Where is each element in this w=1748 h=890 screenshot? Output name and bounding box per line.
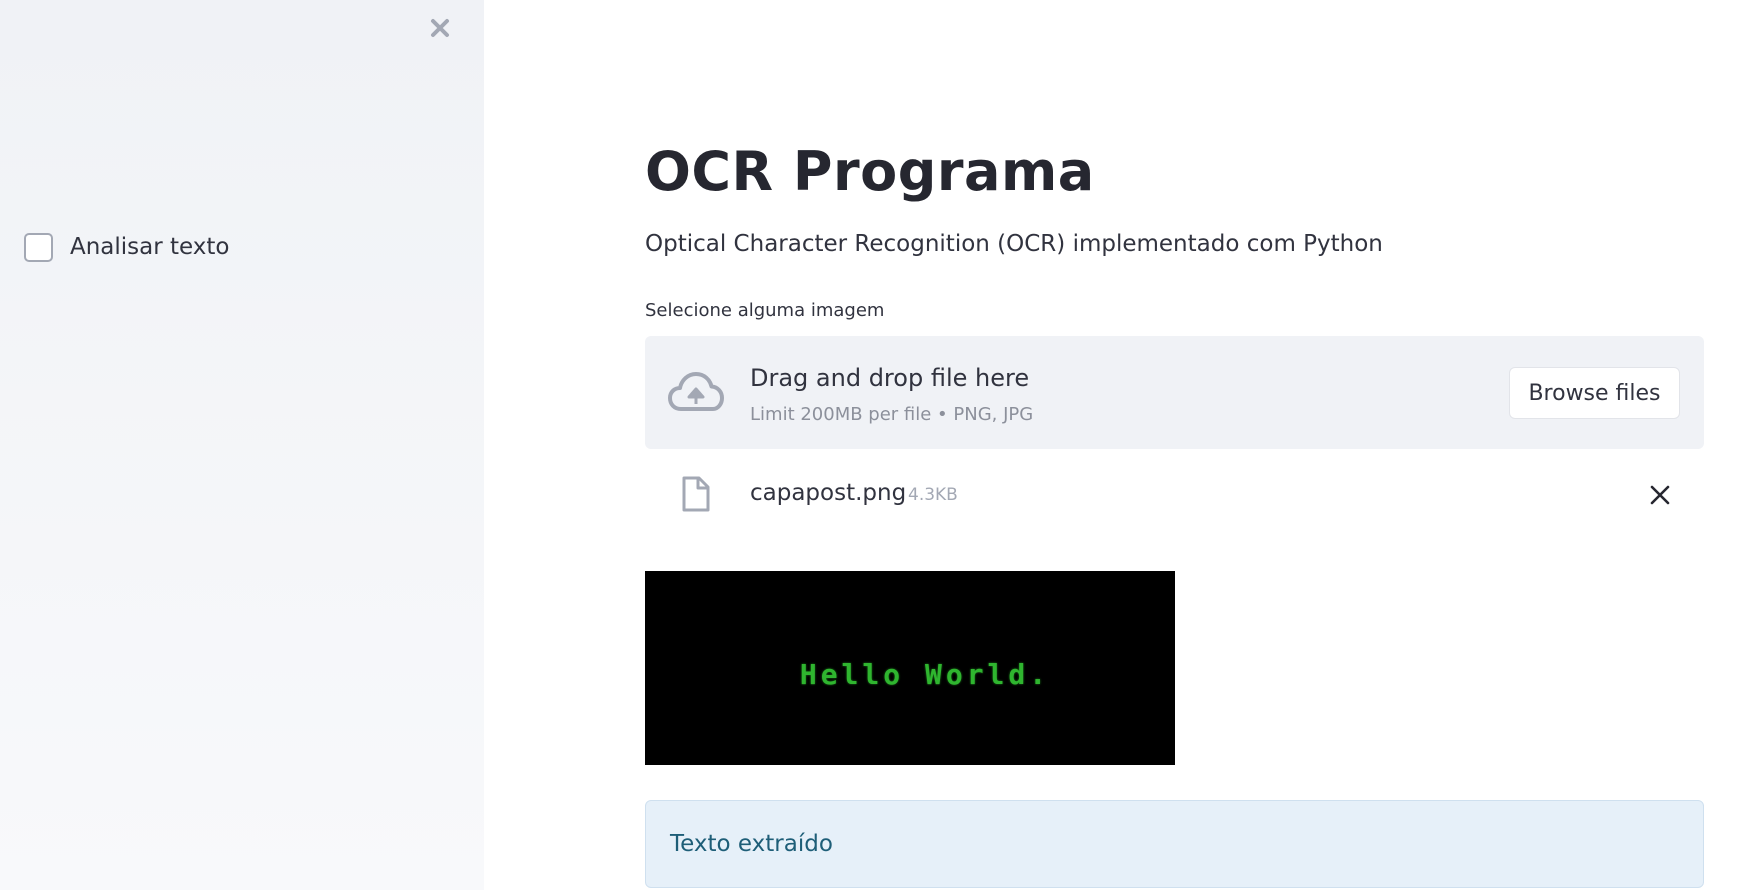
preview-image-text: Hello World.: [799, 657, 1051, 691]
dropzone-limit: Limit 200MB per file • PNG, JPG: [750, 404, 1034, 425]
image-preview: Hello World.: [645, 571, 1175, 765]
uploaded-file-name: capapost.png: [750, 480, 907, 506]
file-icon: [682, 476, 710, 512]
sidebar: Analisar texto: [0, 0, 484, 890]
delete-file-button[interactable]: [1647, 482, 1673, 508]
close-icon: [431, 19, 449, 37]
uploaded-file-size: 4.3KB: [908, 485, 958, 505]
app-root: Analisar texto OCR Programa Optical Char…: [0, 0, 1748, 890]
cloud-upload-icon: [668, 372, 724, 411]
dropzone-title: Drag and drop file here: [750, 364, 1030, 392]
extracted-text-info-box: Texto extraído: [645, 800, 1704, 888]
page-subtitle: Optical Character Recognition (OCR) impl…: [645, 231, 1383, 257]
close-icon: [1650, 485, 1670, 505]
file-uploader-label: Selecione alguma imagem: [645, 300, 885, 321]
browse-files-button[interactable]: Browse files: [1509, 367, 1680, 419]
checkbox-box[interactable]: [24, 232, 53, 262]
extracted-text-label: Texto extraído: [670, 831, 833, 857]
main-content: OCR Programa Optical Character Recogniti…: [645, 0, 1705, 890]
sidebar-close-button[interactable]: [425, 13, 455, 43]
checkbox-label: Analisar texto: [70, 234, 230, 260]
analisar-texto-checkbox[interactable]: Analisar texto: [24, 231, 230, 263]
uploaded-file-row: capapost.png 4.3KB: [645, 470, 1704, 520]
page-title: OCR Programa: [645, 140, 1095, 203]
file-dropzone[interactable]: Drag and drop file here Limit 200MB per …: [645, 336, 1704, 449]
